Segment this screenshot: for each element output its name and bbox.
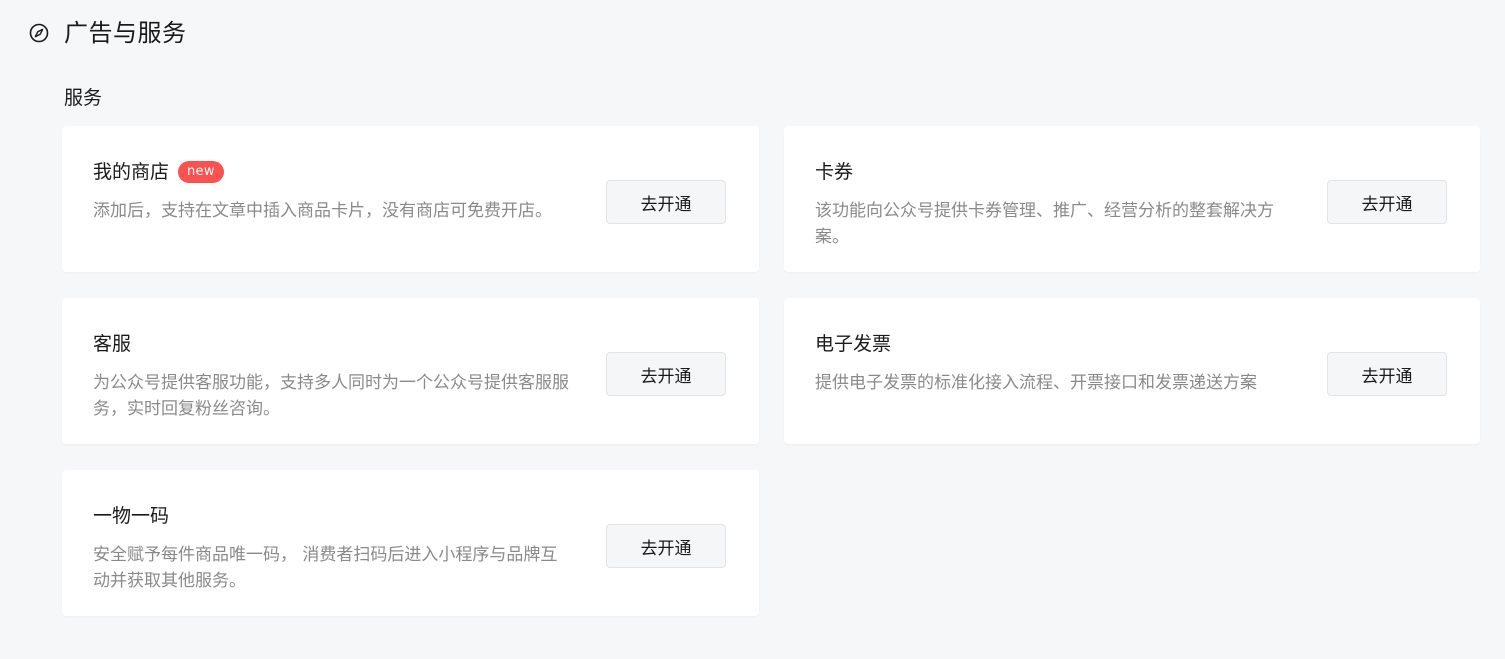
service-card-coupon: 卡券 该功能向公众号提供卡券管理、推广、经营分析的整套解决方案。 去开通 <box>784 126 1480 272</box>
activate-coupon-button[interactable]: 去开通 <box>1327 180 1447 224</box>
card-description: 提供电子发票的标准化接入流程、开票接口和发票递送方案 <box>815 373 1257 393</box>
compass-icon <box>28 22 50 44</box>
card-title: 电子发票 <box>815 333 892 355</box>
new-badge: new <box>178 161 224 183</box>
card-title: 一物一码 <box>93 505 170 527</box>
group-label: 服务 <box>64 87 103 109</box>
card-title: 我的商店 <box>93 161 170 183</box>
activate-unique-code-button[interactable]: 去开通 <box>606 524 726 568</box>
service-card-customer-service: 客服 为公众号提供客服功能，支持多人同时为一个公众号提供客服服务，实时回复粉丝咨… <box>62 298 759 444</box>
activate-shop-button[interactable]: 去开通 <box>606 180 726 224</box>
card-description: 为公众号提供客服功能，支持多人同时为一个公众号提供客服服务，实时回复粉丝咨询。 <box>93 373 569 419</box>
card-title-row: 卡券 <box>815 159 853 185</box>
card-title: 卡券 <box>815 161 854 183</box>
section-header: 广告与服务 <box>28 17 187 49</box>
card-description: 该功能向公众号提供卡券管理、推广、经营分析的整套解决方案。 <box>815 201 1274 247</box>
service-card-invoice: 电子发票 提供电子发票的标准化接入流程、开票接口和发票递送方案 去开通 <box>784 298 1480 444</box>
service-card-shop: 我的商店 new 添加后，支持在文章中插入商品卡片，没有商店可免费开店。 去开通 <box>62 126 759 272</box>
card-title-row: 电子发票 <box>815 331 891 357</box>
card-title-row: 一物一码 <box>93 503 169 529</box>
service-card-unique-code: 一物一码 安全赋予每件商品唯一码， 消费者扫码后进入小程序与品牌互动并获取其他服… <box>62 470 759 616</box>
card-title-row: 客服 <box>93 331 131 357</box>
card-description: 安全赋予每件商品唯一码， 消费者扫码后进入小程序与品牌互动并获取其他服务。 <box>93 545 558 591</box>
activate-customer-service-button[interactable]: 去开通 <box>606 352 726 396</box>
card-description: 添加后，支持在文章中插入商品卡片，没有商店可免费开店。 <box>93 201 552 221</box>
activate-invoice-button[interactable]: 去开通 <box>1327 352 1447 396</box>
section-title: 广告与服务 <box>64 19 187 47</box>
card-title-row: 我的商店 new <box>93 159 224 185</box>
card-title: 客服 <box>93 333 132 355</box>
ad-services-page: 广告与服务 服务 我的商店 new 添加后，支持在文章中插入商品卡片，没有商店可… <box>0 0 1505 659</box>
